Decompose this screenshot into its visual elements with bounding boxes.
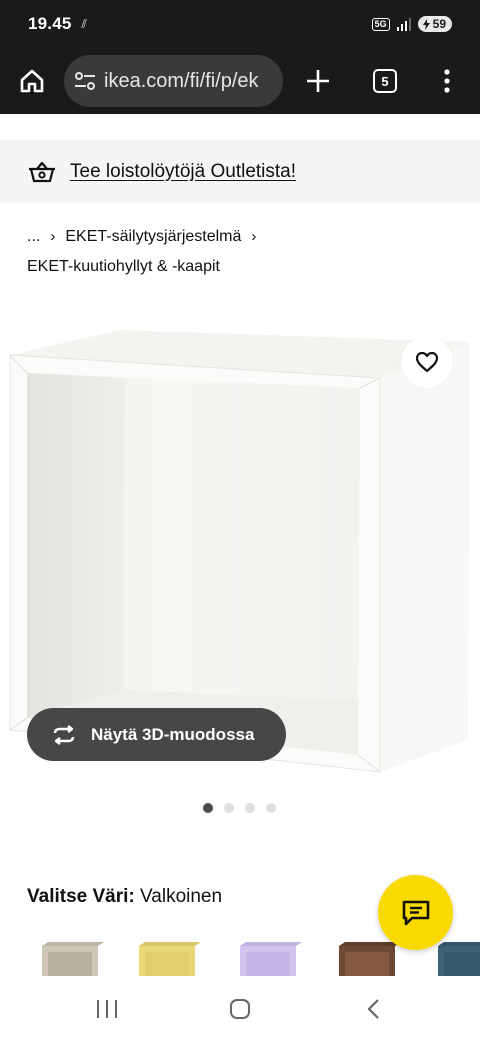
url-text: ikea.com/fi/fi/p/ek bbox=[104, 69, 259, 92]
status-bar: 19.45 ⫽ 5G 59 bbox=[0, 0, 480, 48]
outlet-link[interactable]: Tee loistolöytöjä Outletista! bbox=[70, 161, 296, 183]
carousel-dot[interactable] bbox=[245, 803, 255, 813]
breadcrumb: ... › EKET-säilytysjärjestelmä › EKET-ku… bbox=[27, 222, 266, 282]
view-3d-label: Näytä 3D-muodossa bbox=[91, 724, 255, 744]
rotate-3d-icon bbox=[53, 724, 75, 745]
new-tab-button[interactable] bbox=[283, 48, 353, 114]
home-icon bbox=[20, 69, 44, 93]
battery-icon: 59 bbox=[417, 16, 452, 32]
plus-icon bbox=[307, 70, 329, 92]
address-bar[interactable]: ikea.com/fi/fi/p/ek bbox=[64, 55, 283, 107]
outlet-banner[interactable]: Tee loistolöytöjä Outletista! bbox=[0, 140, 480, 203]
notification-icon: ⫽ bbox=[81, 16, 87, 31]
breadcrumb-separator: › bbox=[251, 228, 257, 245]
tab-count: 5 bbox=[373, 69, 397, 93]
heart-icon bbox=[415, 351, 439, 373]
breadcrumb-ellipsis[interactable]: ... bbox=[27, 222, 40, 252]
recent-apps-icon bbox=[96, 1000, 117, 1018]
breadcrumb-item-eket-cabinets[interactable]: EKET-kuutiohyllyt & -kaapit bbox=[27, 252, 220, 282]
back-button[interactable] bbox=[338, 978, 408, 1040]
status-indicators: 5G 59 bbox=[371, 16, 452, 32]
home-button[interactable] bbox=[0, 48, 64, 114]
color-swatch-beige[interactable] bbox=[40, 938, 104, 976]
site-settings-icon[interactable] bbox=[74, 70, 96, 92]
color-swatch-blue[interactable] bbox=[436, 938, 480, 976]
color-selector-label: Valitse Väri: Valkoinen bbox=[27, 886, 222, 908]
recent-apps-button[interactable] bbox=[72, 978, 142, 1040]
system-navigation-bar bbox=[0, 978, 480, 1040]
browser-menu-button[interactable] bbox=[417, 48, 477, 114]
more-vert-icon bbox=[444, 69, 450, 93]
home-circle-icon bbox=[229, 999, 250, 1019]
view-3d-button[interactable]: Näytä 3D-muodossa bbox=[27, 708, 286, 761]
home-nav-button[interactable] bbox=[205, 978, 275, 1040]
carousel-dot[interactable] bbox=[266, 803, 276, 813]
network-type-icon: 5G bbox=[371, 17, 390, 31]
basket-icon bbox=[29, 161, 55, 182]
image-carousel-dots bbox=[203, 803, 276, 813]
favourite-button[interactable] bbox=[401, 336, 453, 388]
color-swatch-walnut[interactable] bbox=[337, 938, 401, 976]
battery-level: 59 bbox=[432, 17, 446, 31]
breadcrumb-item-eket-system[interactable]: EKET-säilytysjärjestelmä bbox=[65, 222, 241, 252]
back-chevron-icon bbox=[368, 999, 380, 1019]
browser-toolbar: ikea.com/fi/fi/p/ek 5 bbox=[0, 48, 480, 114]
chat-icon bbox=[402, 900, 429, 925]
carousel-dot[interactable] bbox=[203, 803, 213, 813]
status-time: 19.45 bbox=[28, 14, 72, 33]
signal-icon bbox=[396, 18, 411, 31]
cabinet-side bbox=[380, 342, 470, 772]
chat-button[interactable] bbox=[378, 875, 453, 950]
tab-switcher-button[interactable]: 5 bbox=[353, 48, 417, 114]
selected-color: Valkoinen bbox=[140, 886, 223, 907]
color-label-prefix: Valitse Väri: bbox=[27, 886, 135, 907]
carousel-dot[interactable] bbox=[224, 803, 234, 813]
breadcrumb-separator: › bbox=[50, 228, 56, 245]
cabinet-interior-left bbox=[27, 373, 125, 718]
color-swatch-yellow[interactable] bbox=[137, 938, 201, 976]
color-swatch-lilac[interactable] bbox=[238, 938, 302, 976]
